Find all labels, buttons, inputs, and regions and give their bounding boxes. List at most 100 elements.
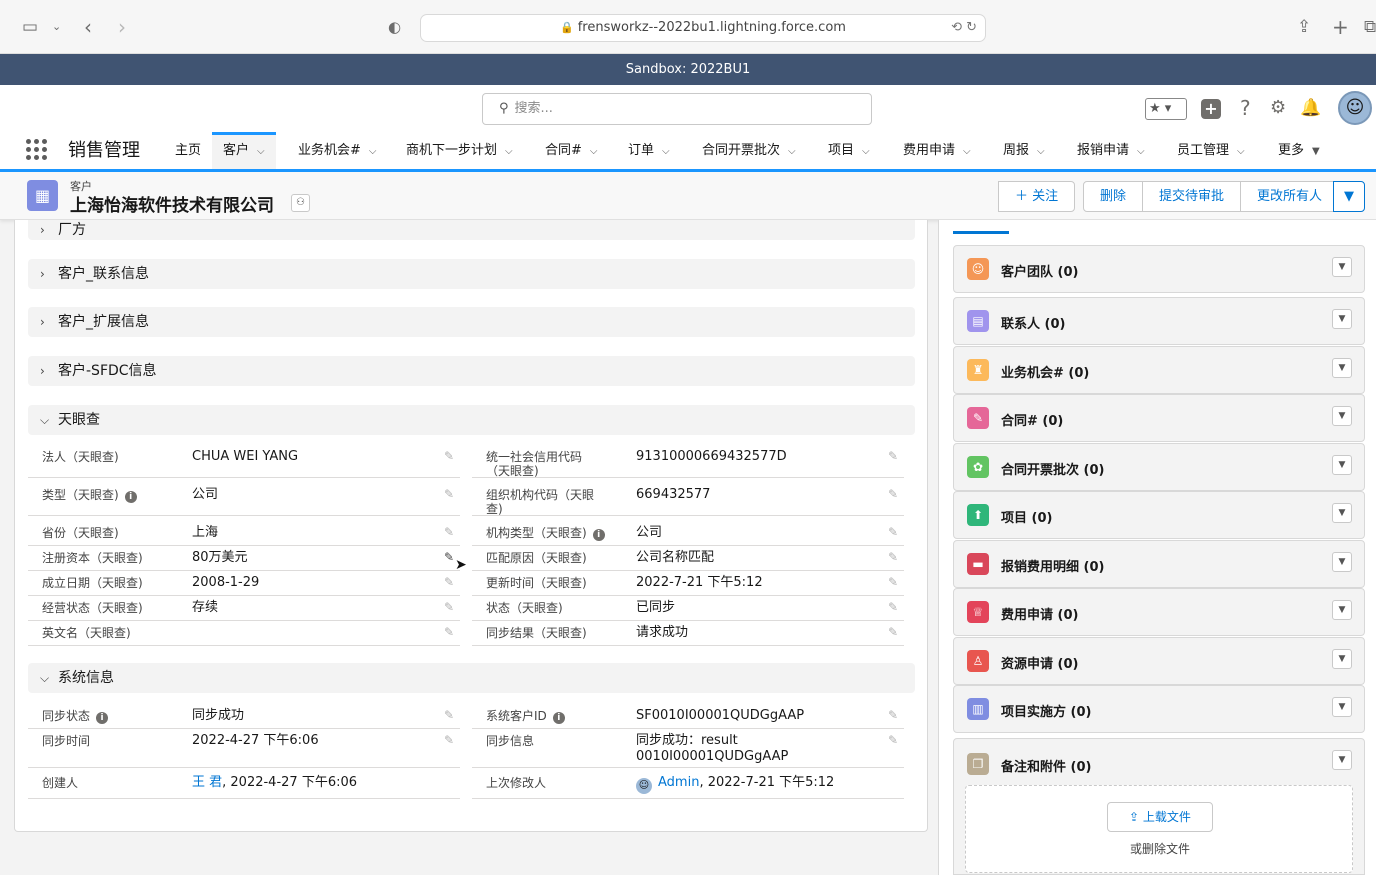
section-tianyancha[interactable]: ⌵ 天眼查 [28, 405, 915, 435]
related-expense-requests[interactable]: ♕ 费用申请 (0) ▼ [953, 588, 1365, 636]
edit-pencil-icon[interactable]: ✎ [888, 733, 898, 747]
related-contacts[interactable]: ▤ 联系人 (0) ▼ [953, 297, 1365, 345]
chevron-right-icon: › [40, 267, 45, 281]
edit-pencil-icon[interactable]: ✎ [444, 575, 454, 589]
favorites-button[interactable]: ★ ▾ [1145, 98, 1187, 120]
dropdown-icon[interactable]: ▼ [1332, 649, 1352, 669]
dropdown-icon[interactable]: ▼ [1332, 406, 1352, 426]
gear-icon[interactable]: ⚙ [1270, 97, 1286, 119]
edit-pencil-icon[interactable]: ✎ [888, 550, 898, 564]
nav-item-projects[interactable]: 项目 ⌵ [828, 132, 870, 169]
nav-item-reimbursement[interactable]: 报销申请 ⌵ [1077, 132, 1145, 169]
related-contracts[interactable]: ✎ 合同# (0) ▼ [953, 394, 1365, 442]
notification-bell-icon[interactable]: 🔔 [1300, 97, 1321, 119]
nav-item-contracts[interactable]: 合同# ⌵ [545, 132, 598, 169]
reload-icon[interactable]: ⟲ ↻ [951, 15, 977, 41]
dropdown-icon[interactable]: ▼ [1332, 358, 1352, 378]
related-project-implementers[interactable]: ▥ 项目实施方 (0) ▼ [953, 685, 1365, 733]
related-opportunities[interactable]: ♜ 业务机会# (0) ▼ [953, 346, 1365, 394]
section-factory[interactable]: › 厂方 [28, 220, 915, 240]
dropdown-icon[interactable]: ▼ [1332, 697, 1352, 717]
nav-item-home[interactable]: 主页 [175, 132, 201, 169]
related-resource-requests[interactable]: ♙ 资源申请 (0) ▼ [953, 637, 1365, 685]
address-bar[interactable]: 🔒 frensworkz--2022bu1.lightning.force.com… [420, 14, 986, 42]
info-icon[interactable]: i [592, 529, 605, 541]
section-contact-info[interactable]: › 客户_联系信息 [28, 259, 915, 289]
edit-pencil-icon[interactable]: ✎ [444, 525, 454, 539]
hierarchy-icon[interactable]: ⚇ [291, 194, 310, 212]
info-icon[interactable]: i [96, 712, 109, 724]
upload-files-button[interactable]: ⇪ 上载文件 [1107, 802, 1213, 832]
edit-pencil-icon[interactable]: ✎ [888, 708, 898, 722]
nav-item-opportunities[interactable]: 业务机会# ⌵ [298, 132, 377, 169]
edit-pencil-icon[interactable]: ✎ [888, 575, 898, 589]
section-system-info[interactable]: ⌵ 系统信息 [28, 663, 915, 693]
section-extended-info[interactable]: › 客户_扩展信息 [28, 307, 915, 337]
dropdown-icon[interactable]: ▼ [1332, 552, 1352, 572]
nav-item-expense-requests[interactable]: 费用申请 ⌵ [903, 132, 971, 169]
info-icon[interactable]: i [552, 712, 565, 724]
section-sfdc-info[interactable]: › 客户-SFDC信息 [28, 356, 915, 386]
dropdown-icon[interactable]: ▼ [1332, 309, 1352, 329]
follow-button[interactable]: ＋ 关注 [998, 181, 1076, 212]
edit-pencil-icon[interactable]: ✎ [444, 487, 454, 501]
chevron-down-icon[interactable]: ⌄ [52, 16, 61, 38]
edit-pencil-icon[interactable]: ✎ [444, 449, 454, 463]
info-icon[interactable]: i [124, 491, 137, 503]
forward-icon[interactable]: › [118, 16, 126, 38]
tab-overview-icon[interactable]: ⧉ [1364, 16, 1376, 38]
nav-item-invoice-batches[interactable]: 合同开票批次 ⌵ [702, 132, 796, 169]
more-actions-button[interactable]: ▼ [1333, 181, 1365, 212]
edit-pencil-icon[interactable]: ✎ [444, 600, 454, 614]
user-avatar[interactable]: ☺ [1338, 91, 1372, 125]
sidebar-toggle-icon[interactable]: ▭ [22, 16, 38, 38]
related-tab-indicator[interactable] [953, 231, 1009, 234]
modified-by-user-link[interactable]: Admin [658, 775, 699, 790]
nav-item-accounts[interactable]: 客户 ⌵ [212, 132, 276, 169]
change-owner-button[interactable]: 更改所有人 [1241, 181, 1340, 212]
edit-pencil-icon[interactable]: ✎ [444, 625, 454, 639]
details-card: › 厂方 › 客户_联系信息 › 客户_扩展信息 › 客户-SFDC信息 ⌵ 天眼查 法人… [14, 220, 928, 832]
created-by-user-link[interactable]: 王 君 [192, 775, 222, 790]
share-icon[interactable]: ⇪ [1297, 16, 1311, 38]
edit-pencil-icon[interactable]: ✎ [444, 708, 454, 722]
nav-item-weekly-reports[interactable]: 周报 ⌵ [1003, 132, 1045, 169]
new-tab-icon[interactable]: + [1332, 16, 1349, 38]
dropdown-icon[interactable]: ▼ [1332, 750, 1352, 770]
privacy-shield-icon[interactable]: ◐ [388, 16, 401, 38]
nav-item-next-steps[interactable]: 商机下一步计划 ⌵ [406, 132, 513, 169]
trophy-icon: ♕ [967, 601, 989, 623]
related-expense-details[interactable]: ▬ 报销费用明细 (0) ▼ [953, 540, 1365, 588]
field-established-date: 成立日期（天眼查) 2008-1-29 ✎ [28, 572, 460, 596]
edit-pencil-icon[interactable]: ✎ [444, 733, 454, 747]
edit-pencil-icon[interactable]: ✎ [888, 600, 898, 614]
edit-pencil-icon[interactable]: ✎ [888, 525, 898, 539]
related-projects[interactable]: ⬆ 项目 (0) ▼ [953, 491, 1365, 539]
submit-approval-button[interactable]: 提交待审批 [1143, 181, 1242, 212]
nav-item-employees[interactable]: 员工管理 ⌵ [1177, 132, 1245, 169]
related-invoice-batches[interactable]: ✿ 合同开票批次 (0) ▼ [953, 443, 1365, 491]
account-icon: ▦ [27, 180, 58, 211]
chevron-down-icon: ⌵ [662, 146, 670, 157]
dropdown-icon[interactable]: ▼ [1332, 257, 1352, 277]
dropdown-icon[interactable]: ▼ [1332, 455, 1352, 475]
action-button-group: 删除 提交待审批 更改所有人 [1083, 181, 1340, 212]
edit-pencil-icon[interactable]: ✎ [444, 550, 454, 564]
delete-button[interactable]: 删除 [1083, 181, 1144, 212]
related-account-team[interactable]: ☺ 客户团队 (0) ▼ [953, 245, 1365, 293]
dropdown-icon[interactable]: ▼ [1332, 600, 1352, 620]
global-search-input[interactable]: ⚲ 搜索... [482, 93, 872, 125]
nav-item-orders[interactable]: 订单 ⌵ [628, 132, 670, 169]
edit-pencil-icon[interactable]: ✎ [888, 449, 898, 463]
file-drop-zone[interactable]: ⇪ 上载文件 或删除文件 [965, 785, 1353, 873]
help-icon[interactable]: ? [1240, 97, 1251, 119]
nav-item-more[interactable]: 更多 ▼ [1278, 132, 1320, 169]
dropdown-icon[interactable]: ▼ [1332, 503, 1352, 523]
global-actions-icon[interactable]: + [1201, 99, 1221, 119]
chevron-right-icon: › [40, 364, 45, 378]
edit-pencil-icon[interactable]: ✎ [888, 625, 898, 639]
edit-pencil-icon[interactable]: ✎ [888, 487, 898, 501]
chevron-right-icon: › [40, 315, 45, 329]
back-icon[interactable]: ‹ [84, 16, 92, 38]
app-launcher-icon[interactable] [26, 139, 47, 160]
